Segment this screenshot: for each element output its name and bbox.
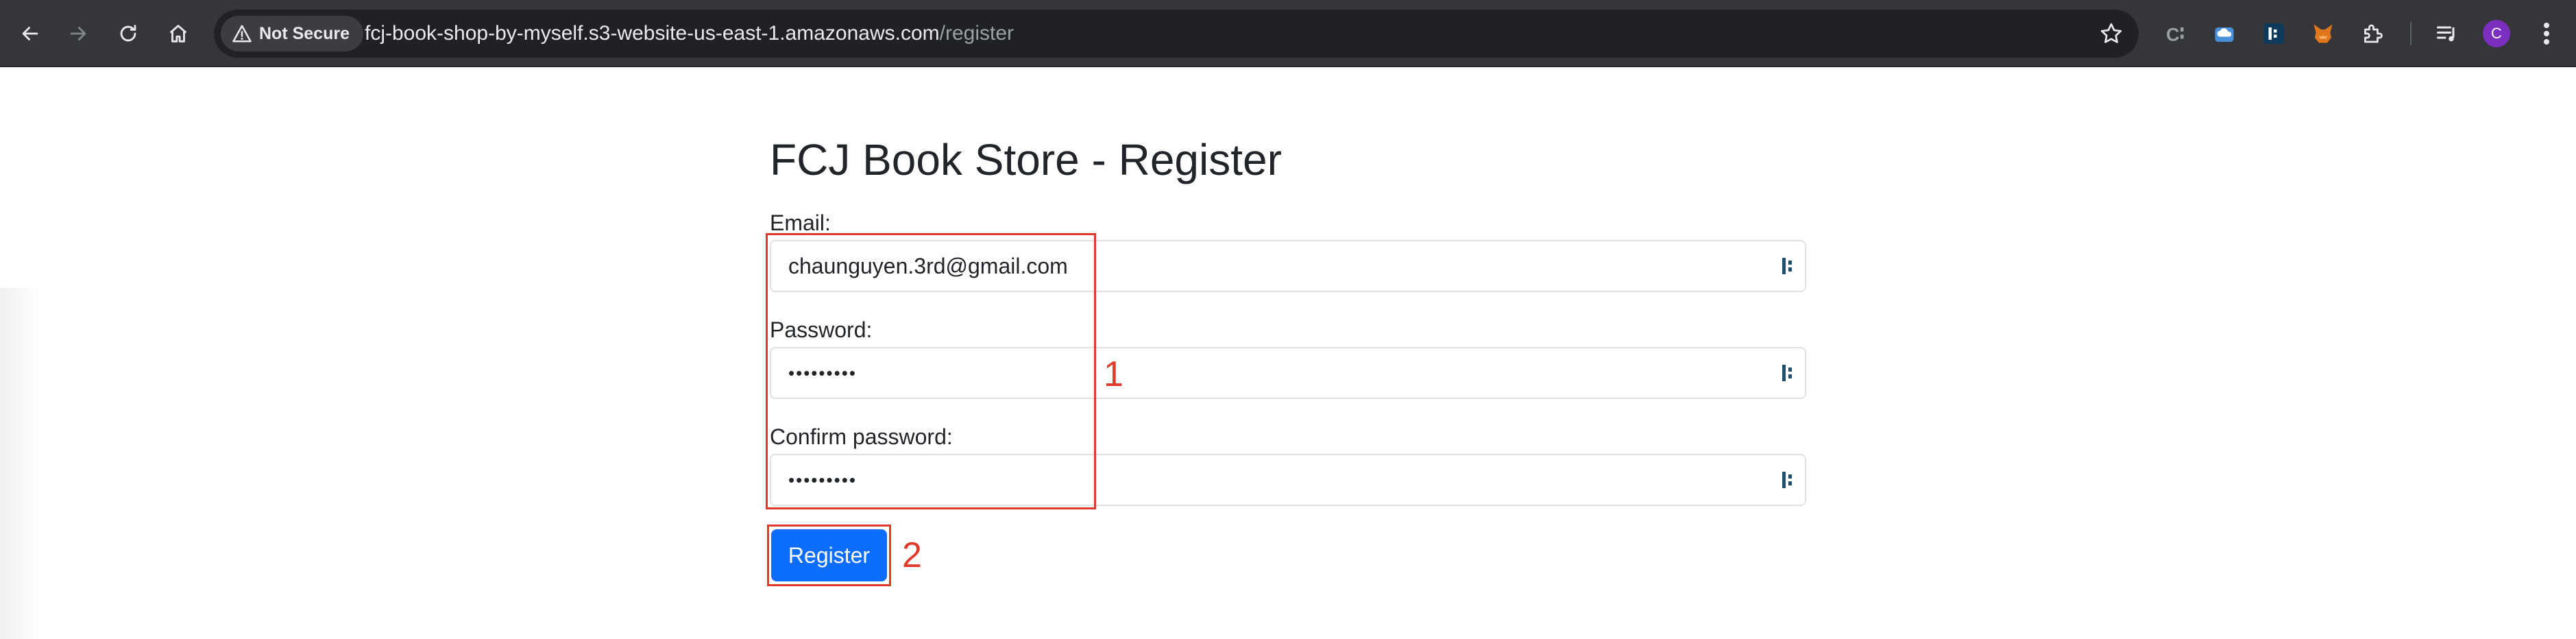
back-button[interactable] xyxy=(12,15,49,52)
warning-triangle-icon xyxy=(232,25,252,43)
password-manager-icon[interactable] xyxy=(1781,256,1796,276)
email-label: Email: xyxy=(770,210,831,235)
media-queue-icon[interactable] xyxy=(2433,20,2461,47)
reload-icon xyxy=(120,25,136,42)
extension-c-icon[interactable]: C xyxy=(2163,20,2190,47)
home-button[interactable] xyxy=(160,15,197,52)
dashlane-extension-icon[interactable] xyxy=(2260,20,2287,47)
annotation-number-2: 2 xyxy=(902,535,922,575)
more-menu-icon[interactable] xyxy=(2540,20,2553,47)
puzzle-extensions-icon[interactable] xyxy=(2359,20,2386,47)
security-chip[interactable]: Not Secure xyxy=(221,16,363,51)
toolbar-separator xyxy=(2410,22,2411,45)
svg-text:C: C xyxy=(2166,25,2180,45)
browser-toolbar: Not Secure fcj-book-shop-by-myself.s3-we… xyxy=(0,0,2576,67)
url-path: /register xyxy=(939,22,1014,45)
security-label: Not Secure xyxy=(259,23,350,43)
password-manager-icon[interactable] xyxy=(1781,363,1796,383)
back-arrow-icon xyxy=(22,27,38,40)
annotation-number-1: 1 xyxy=(1104,354,1123,394)
url-host: fcj-book-shop-by-myself.s3-website-us-ea… xyxy=(365,22,940,45)
reload-button[interactable] xyxy=(110,15,147,52)
metamask-fox-icon[interactable] xyxy=(2309,20,2337,47)
page-title: FCJ Book Store - Register xyxy=(770,135,1282,184)
cloud-extension-icon[interactable] xyxy=(2211,20,2238,47)
annotation-box-register xyxy=(767,525,891,586)
bookmark-star-icon[interactable] xyxy=(2099,21,2124,46)
forward-arrow-icon xyxy=(70,27,86,40)
forward-button[interactable] xyxy=(60,15,97,52)
annotation-box-fields xyxy=(766,233,1096,509)
url-text[interactable]: fcj-book-shop-by-myself.s3-website-us-ea… xyxy=(365,10,1014,58)
address-bar[interactable]: Not Secure fcj-book-shop-by-myself.s3-we… xyxy=(214,10,2139,58)
page-edge-shadow xyxy=(0,288,41,639)
home-icon xyxy=(169,25,187,43)
profile-avatar[interactable]: C xyxy=(2483,20,2510,47)
password-manager-icon[interactable] xyxy=(1781,470,1796,490)
